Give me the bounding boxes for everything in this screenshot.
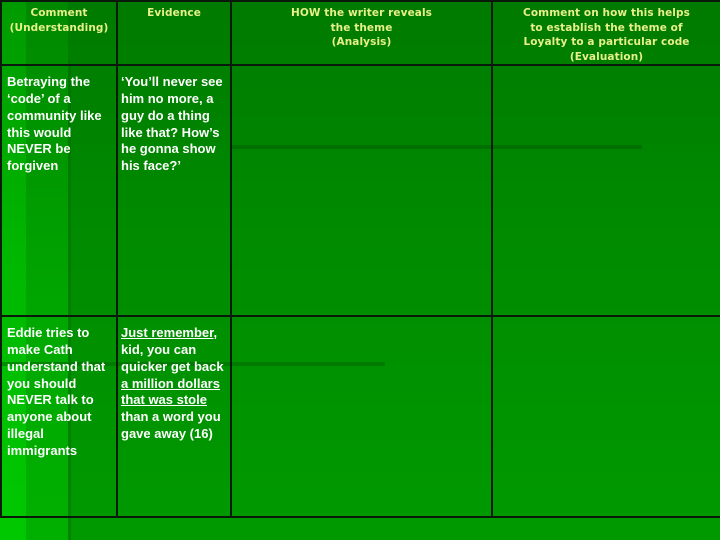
evidence-quote: Just remember, kid, you can quicker get …: [118, 317, 230, 443]
cell-evidence[interactable]: Just remember, kid, you can quicker get …: [116, 315, 232, 518]
evidence-quote: ‘You’ll never see him no more, a guy do …: [121, 74, 223, 174]
header-analysis-line3: (Analysis): [331, 36, 392, 48]
cell-evaluation[interactable]: [491, 64, 720, 318]
header-evaluation-line3: Loyalty to a particular code: [523, 36, 690, 48]
cell-comment[interactable]: Eddie tries to make Cath understand that…: [0, 315, 118, 518]
table-row: Betraying the ‘code’ of a community like…: [0, 64, 720, 318]
header-evidence-line1: Evidence: [147, 7, 201, 19]
header-analysis-line2: the theme: [330, 21, 393, 34]
evidence-underlined-phrase: a million dollars that was stole: [121, 375, 220, 408]
analysis-text: [232, 317, 491, 325]
evidence-text: than a word you gave away (16): [121, 409, 221, 441]
loyalty-analysis-table: Comment (Understanding) Evidence HOW the…: [0, 0, 720, 518]
header-analysis-line1: HOW the writer reveals: [290, 7, 433, 19]
cell-analysis[interactable]: [230, 315, 493, 518]
comment-text: Betraying the ‘code’ of a community like…: [7, 74, 102, 174]
analysis-text: [232, 66, 491, 74]
cell-evidence[interactable]: ‘You’ll never see him no more, a guy do …: [116, 64, 232, 318]
evaluation-text: [493, 317, 720, 325]
header-evaluation-line1: Comment on how this helps: [523, 7, 690, 19]
table-row: Eddie tries to make Cath understand that…: [0, 315, 720, 518]
comment-text: Eddie tries to make Cath understand that…: [7, 325, 106, 458]
cell-analysis[interactable]: [230, 64, 493, 318]
header-comment-line1: Comment: [30, 7, 88, 19]
header-evaluation-line2: to establish the theme of: [530, 21, 683, 34]
header-row: Comment (Understanding) Evidence HOW the…: [0, 0, 720, 67]
evaluation-text: [493, 66, 720, 74]
header-evaluation-line4: (Evaluation): [569, 50, 644, 63]
cell-evaluation[interactable]: [491, 315, 720, 518]
header-evaluation: Comment on how this helps to establish t…: [491, 0, 720, 67]
header-analysis: HOW the writer reveals the theme (Analys…: [230, 0, 493, 67]
header-comment: Comment (Understanding): [0, 0, 118, 67]
evidence-underlined-phrase: Just remember: [121, 325, 214, 341]
header-comment-line2: (Understanding): [9, 21, 109, 34]
cell-comment[interactable]: Betraying the ‘code’ of a community like…: [0, 64, 118, 318]
header-evidence: Evidence: [116, 0, 232, 67]
